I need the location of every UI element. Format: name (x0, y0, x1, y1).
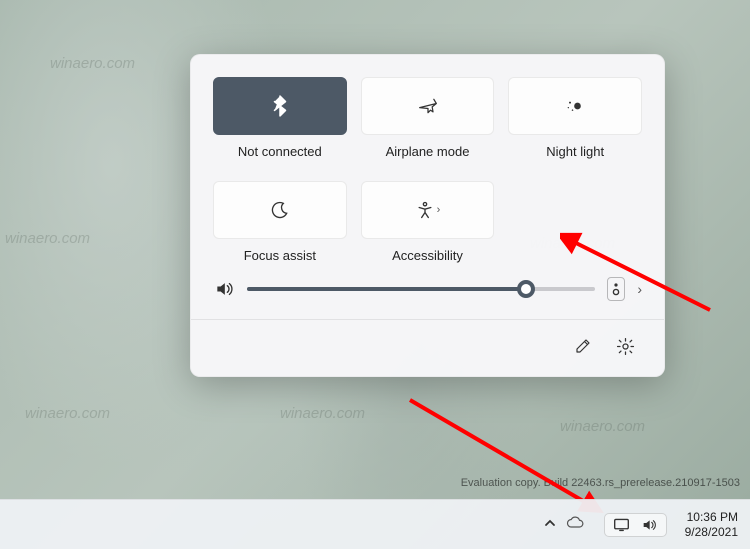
volume-slider-row: › (213, 277, 642, 301)
accessibility-button[interactable]: › (361, 181, 495, 239)
nightlight-button[interactable] (508, 77, 642, 135)
audio-output-button[interactable] (607, 277, 625, 301)
focusassist-tile: Focus assist (213, 181, 347, 263)
taskbar-clock[interactable]: 10:36 PM 9/28/2021 (679, 510, 738, 540)
system-tray-button[interactable] (604, 513, 667, 537)
taskbar-date: 9/28/2021 (685, 525, 738, 540)
tray-overflow-button[interactable] (544, 516, 556, 534)
bluetooth-label: Not connected (238, 144, 322, 159)
nightlight-icon (564, 96, 586, 116)
moon-icon (270, 200, 290, 220)
network-icon (613, 517, 630, 532)
volume-slider[interactable] (247, 287, 595, 291)
cloud-icon (566, 516, 584, 529)
taskbar: 10:36 PM 9/28/2021 (0, 499, 750, 549)
divider (191, 319, 664, 320)
accessibility-label: Accessibility (392, 248, 463, 263)
bluetooth-button[interactable] (213, 77, 347, 135)
focusassist-button[interactable] (213, 181, 347, 239)
bluetooth-tile: Not connected (213, 77, 347, 159)
audio-flyout-chevron-icon[interactable]: › (637, 281, 642, 297)
taskbar-time: 10:36 PM (687, 510, 738, 525)
bluetooth-icon (271, 95, 289, 117)
quick-settings-panel: Not connected Airplane mode Night light (190, 54, 665, 377)
airplane-button[interactable] (361, 77, 495, 135)
airplane-label: Airplane mode (386, 144, 470, 159)
airplane-tile: Airplane mode (361, 77, 495, 159)
edit-quick-settings-button[interactable] (570, 333, 596, 359)
evaluation-copy-text: Evaluation copy. Build 22463.rs_prerelea… (461, 477, 740, 489)
pencil-icon (574, 337, 592, 355)
airplane-icon (417, 96, 439, 116)
desktop: winaero.com winaero.com winaero.com wina… (0, 0, 750, 549)
nightlight-tile: Night light (508, 77, 642, 159)
nightlight-label: Night light (546, 144, 604, 159)
chevron-up-icon (544, 517, 556, 529)
onedrive-tray-icon[interactable] (566, 516, 584, 534)
focusassist-label: Focus assist (244, 248, 316, 263)
settings-button[interactable] (612, 333, 638, 359)
gear-icon (616, 337, 635, 356)
volume-icon[interactable] (213, 278, 235, 300)
volume-tray-icon (640, 517, 658, 533)
accessibility-tile: › Accessibility (361, 181, 495, 263)
chevron-right-icon: › (437, 204, 441, 216)
accessibility-icon (415, 200, 435, 220)
